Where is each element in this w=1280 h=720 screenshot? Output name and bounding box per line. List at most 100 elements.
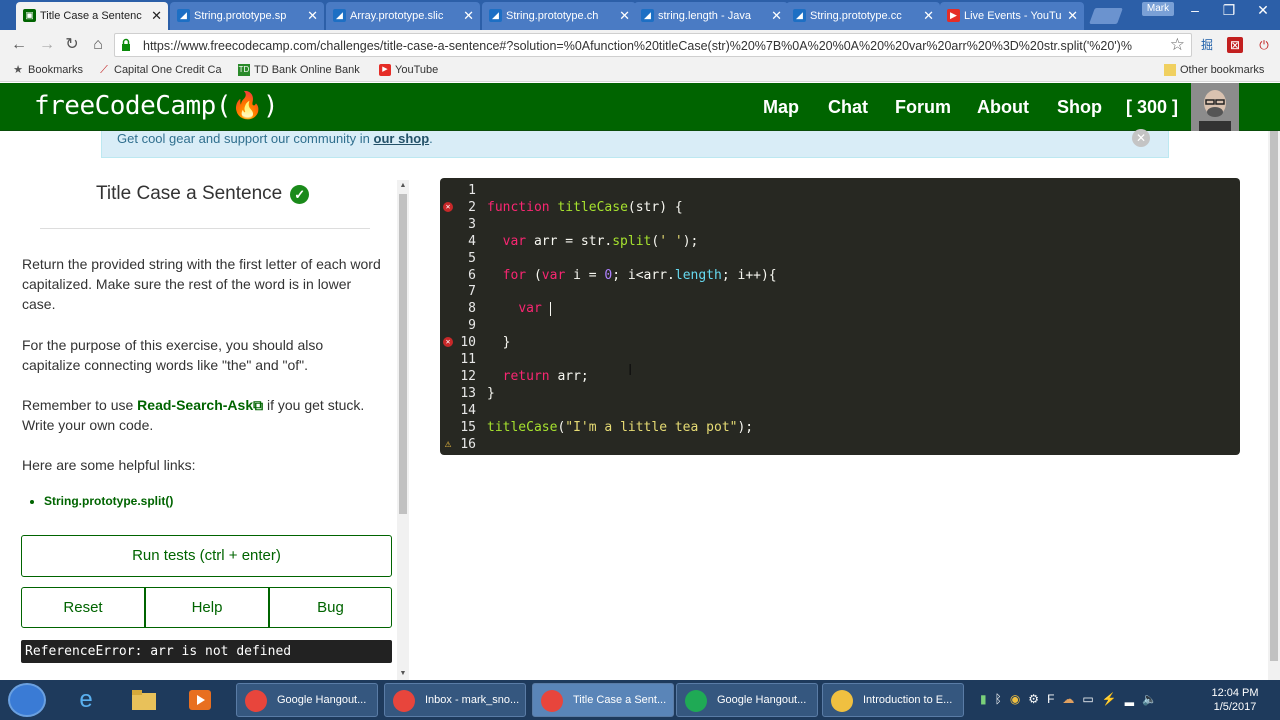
scroll-up-icon[interactable]: ▲ bbox=[397, 180, 409, 192]
tab-live-events[interactable]: ▶ Live Events - YouTu ✕ bbox=[940, 2, 1084, 30]
windows-start-icon[interactable] bbox=[8, 683, 46, 717]
taskbar-item[interactable]: Google Hangout... bbox=[236, 683, 378, 717]
scroll-down-icon[interactable]: ▼ bbox=[397, 668, 409, 680]
tab-title-case[interactable]: ▣ Title Case a Sentenc ✕ bbox=[16, 2, 168, 30]
tab-string-charat[interactable]: ◢ String.prototype.ch ✕ bbox=[482, 2, 636, 30]
bookmark-td-bank[interactable]: TD TD Bank Online Bank bbox=[238, 64, 360, 76]
file-explorer-icon[interactable] bbox=[124, 684, 164, 716]
taskbar-item[interactable]: Introduction to E... bbox=[822, 683, 964, 717]
restore-icon[interactable]: ❐ bbox=[1212, 0, 1246, 20]
warning-marker-icon[interactable]: ⚠ bbox=[443, 438, 453, 449]
code-line[interactable]: 5 bbox=[440, 250, 1240, 267]
code-line[interactable]: 15 titleCase("I'm a little tea pot"); bbox=[440, 419, 1240, 436]
tab-string-concat[interactable]: ◢ String.prototype.cc ✕ bbox=[786, 2, 940, 30]
internet-explorer-icon[interactable]: e bbox=[66, 684, 106, 716]
code-line[interactable]: 12 return arr; bbox=[440, 368, 1240, 385]
run-tests-button[interactable]: Run tests (ctrl + enter) bbox=[21, 535, 392, 577]
chrome-tray-icon[interactable]: ◉ bbox=[1010, 692, 1020, 706]
taskbar-item[interactable]: Inbox - mark_sno... bbox=[384, 683, 526, 717]
code-line[interactable]: 6 for (var i = 0; i<arr.length; i++){ bbox=[440, 267, 1240, 284]
tab-label: Array.prototype.slic bbox=[350, 10, 444, 22]
code-line[interactable]: 1 bbox=[440, 182, 1240, 199]
code-line[interactable]: ⚠ 16 bbox=[440, 436, 1240, 453]
challenge-title: Title Case a Sentence ✓ bbox=[96, 183, 310, 205]
pdf-extension-icon[interactable]: ⊠ bbox=[1227, 37, 1243, 53]
bookmark-bookmarks[interactable]: ★ Bookmarks bbox=[12, 64, 83, 76]
external-link-icon: ⧉ bbox=[253, 397, 264, 413]
nav-about[interactable]: About bbox=[977, 97, 1029, 118]
settings-tray-icon[interactable]: ⚙ bbox=[1028, 692, 1039, 706]
nav-shop[interactable]: Shop bbox=[1057, 97, 1102, 118]
network-icon[interactable]: ▮ bbox=[980, 692, 987, 706]
display-tray-icon[interactable]: ▭ bbox=[1082, 692, 1093, 706]
taskbar-item[interactable]: Google Hangout... bbox=[676, 683, 818, 717]
f-tray-icon[interactable]: F bbox=[1047, 692, 1054, 706]
system-clock[interactable]: 12:04 PM 1/5/2017 bbox=[1206, 686, 1264, 714]
power-extension-icon[interactable]: ⏻ bbox=[1256, 37, 1272, 53]
page-scrollbar[interactable] bbox=[1268, 131, 1280, 680]
close-icon[interactable]: ✕ bbox=[619, 8, 630, 24]
fcc-logo[interactable]: freeCodeCamp(🔥) bbox=[34, 91, 279, 121]
close-icon[interactable]: ✕ bbox=[151, 8, 162, 24]
home-icon[interactable]: ⌂ bbox=[88, 35, 108, 55]
error-marker-icon[interactable]: ✕ bbox=[443, 201, 453, 212]
our-shop-link[interactable]: our shop bbox=[374, 131, 430, 146]
forward-icon[interactable]: → bbox=[37, 35, 57, 55]
bookmark-capital-one[interactable]: ⟋ Capital One Credit Ca bbox=[98, 64, 221, 76]
code-editor[interactable]: 1 ✕ 2 function titleCase(str) {3 4 var arr =… bbox=[440, 178, 1240, 455]
bookmark-youtube[interactable]: ▶ YouTube bbox=[379, 64, 438, 76]
reset-button[interactable]: Reset bbox=[21, 587, 145, 628]
profile-button[interactable]: Mark bbox=[1142, 2, 1174, 16]
read-search-ask-link[interactable]: Read-Search-Ask⧉ bbox=[137, 397, 263, 413]
nav-points[interactable]: [ 300 ] bbox=[1126, 97, 1178, 118]
volume-icon[interactable]: 🔈 bbox=[1142, 692, 1157, 706]
address-bar[interactable]: https://www.freecodecamp.com/challenges/… bbox=[114, 33, 1192, 57]
nav-forum[interactable]: Forum bbox=[895, 97, 951, 118]
avatar[interactable] bbox=[1191, 83, 1239, 131]
code-line[interactable]: 13} bbox=[440, 385, 1240, 402]
power-tray-icon[interactable]: ⚡ bbox=[1102, 692, 1117, 706]
code-line[interactable]: 11 bbox=[440, 351, 1240, 368]
code-line[interactable]: 9 bbox=[440, 317, 1240, 334]
reload-icon[interactable]: ↻ bbox=[62, 35, 82, 55]
tab-array-slice[interactable]: ◢ Array.prototype.slic ✕ bbox=[326, 2, 480, 30]
left-panel-scrollbar[interactable]: ▲ ▼ bbox=[397, 180, 409, 680]
link-string-split[interactable]: String.prototype.split() bbox=[44, 494, 173, 508]
cloud-tray-icon[interactable]: ☁ bbox=[1062, 692, 1074, 706]
help-button[interactable]: Help bbox=[145, 587, 269, 628]
code-line[interactable]: ✕ 2 function titleCase(str) { bbox=[440, 199, 1240, 216]
error-marker-icon[interactable]: ✕ bbox=[443, 337, 453, 348]
code-line[interactable]: 3 bbox=[440, 216, 1240, 233]
tab-string-split[interactable]: ◢ String.prototype.sp ✕ bbox=[170, 2, 324, 30]
mdn-icon: ◢ bbox=[489, 9, 502, 22]
window-close-icon[interactable]: ✕ bbox=[1246, 0, 1280, 20]
close-icon[interactable]: ✕ bbox=[923, 8, 934, 24]
tab-string-length[interactable]: ◢ string.length - Java ✕ bbox=[634, 2, 788, 30]
code-line[interactable]: 14 bbox=[440, 402, 1240, 419]
taskbar-item[interactable]: Title Case a Sent... bbox=[532, 683, 674, 717]
bug-button[interactable]: Bug bbox=[269, 587, 392, 628]
nav-map[interactable]: Map bbox=[763, 97, 799, 118]
scroll-thumb[interactable] bbox=[1270, 131, 1278, 661]
close-icon[interactable]: ✕ bbox=[463, 8, 474, 24]
bookmark-other[interactable]: Other bookmarks bbox=[1164, 64, 1264, 76]
banner-close-icon[interactable]: ✕ bbox=[1132, 129, 1150, 147]
code-line[interactable]: ✕ 10 } bbox=[440, 334, 1240, 351]
close-icon[interactable]: ✕ bbox=[1067, 8, 1078, 24]
signal-tray-icon[interactable]: ▂ bbox=[1125, 692, 1134, 706]
extension-icon[interactable]: 掘 bbox=[1199, 37, 1215, 53]
new-tab-button[interactable] bbox=[1089, 8, 1123, 24]
code-line[interactable]: 4 var arr = str.split(' '); bbox=[440, 233, 1240, 250]
code-line[interactable]: 7 bbox=[440, 283, 1240, 300]
bluetooth-icon[interactable]: ᛒ bbox=[995, 692, 1002, 706]
media-player-icon[interactable] bbox=[180, 684, 220, 716]
back-icon[interactable]: ← bbox=[9, 35, 29, 55]
bookmark-star-icon[interactable]: ☆ bbox=[1170, 35, 1185, 55]
scroll-thumb[interactable] bbox=[399, 194, 407, 514]
taskbar-item-label: Google Hangout... bbox=[277, 694, 367, 706]
code-line[interactable]: 8 var bbox=[440, 300, 1240, 317]
close-icon[interactable]: ✕ bbox=[307, 8, 318, 24]
minimize-icon[interactable]: – bbox=[1178, 0, 1212, 20]
nav-chat[interactable]: Chat bbox=[828, 97, 868, 118]
close-icon[interactable]: ✕ bbox=[771, 8, 782, 24]
